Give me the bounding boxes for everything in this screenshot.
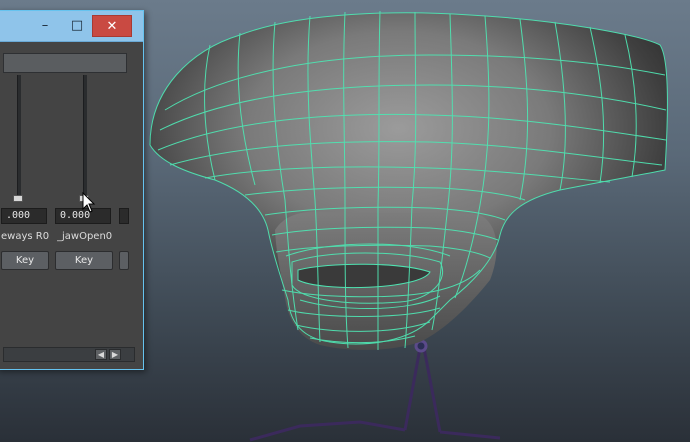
scroll-left-icon[interactable]: ◀	[95, 349, 107, 360]
blendshape-target-name: eways R0	[1, 231, 49, 242]
blend-shape-window[interactable]: – □ ✕ .000 eways R0 Key 0.000 _jawOpen0 …	[0, 10, 144, 370]
window-header-bar	[3, 53, 127, 73]
window-titlebar[interactable]: – □ ✕	[0, 11, 143, 42]
close-icon[interactable]: ✕	[92, 15, 132, 37]
key-button[interactable]: Key	[55, 251, 113, 270]
skeleton-joints	[249, 339, 501, 442]
blendshape-target-name: _jawOpen0	[57, 231, 113, 242]
scroll-right-icon[interactable]: ▶	[109, 349, 121, 360]
blendshape-slider-track[interactable]	[83, 75, 87, 195]
minimize-icon[interactable]: –	[31, 15, 59, 37]
blendshape-slider-handle[interactable]	[13, 195, 23, 202]
blendshape-slider-track[interactable]	[17, 75, 21, 195]
key-button-partial[interactable]	[119, 251, 129, 270]
key-button[interactable]: Key	[1, 251, 49, 270]
mouse-pointer-icon	[82, 192, 96, 213]
blendshape-value-field-partial[interactable]	[119, 208, 129, 224]
blendshape-value-field[interactable]: .000	[1, 208, 47, 224]
maximize-icon[interactable]: □	[63, 15, 91, 37]
window-content	[0, 42, 143, 369]
